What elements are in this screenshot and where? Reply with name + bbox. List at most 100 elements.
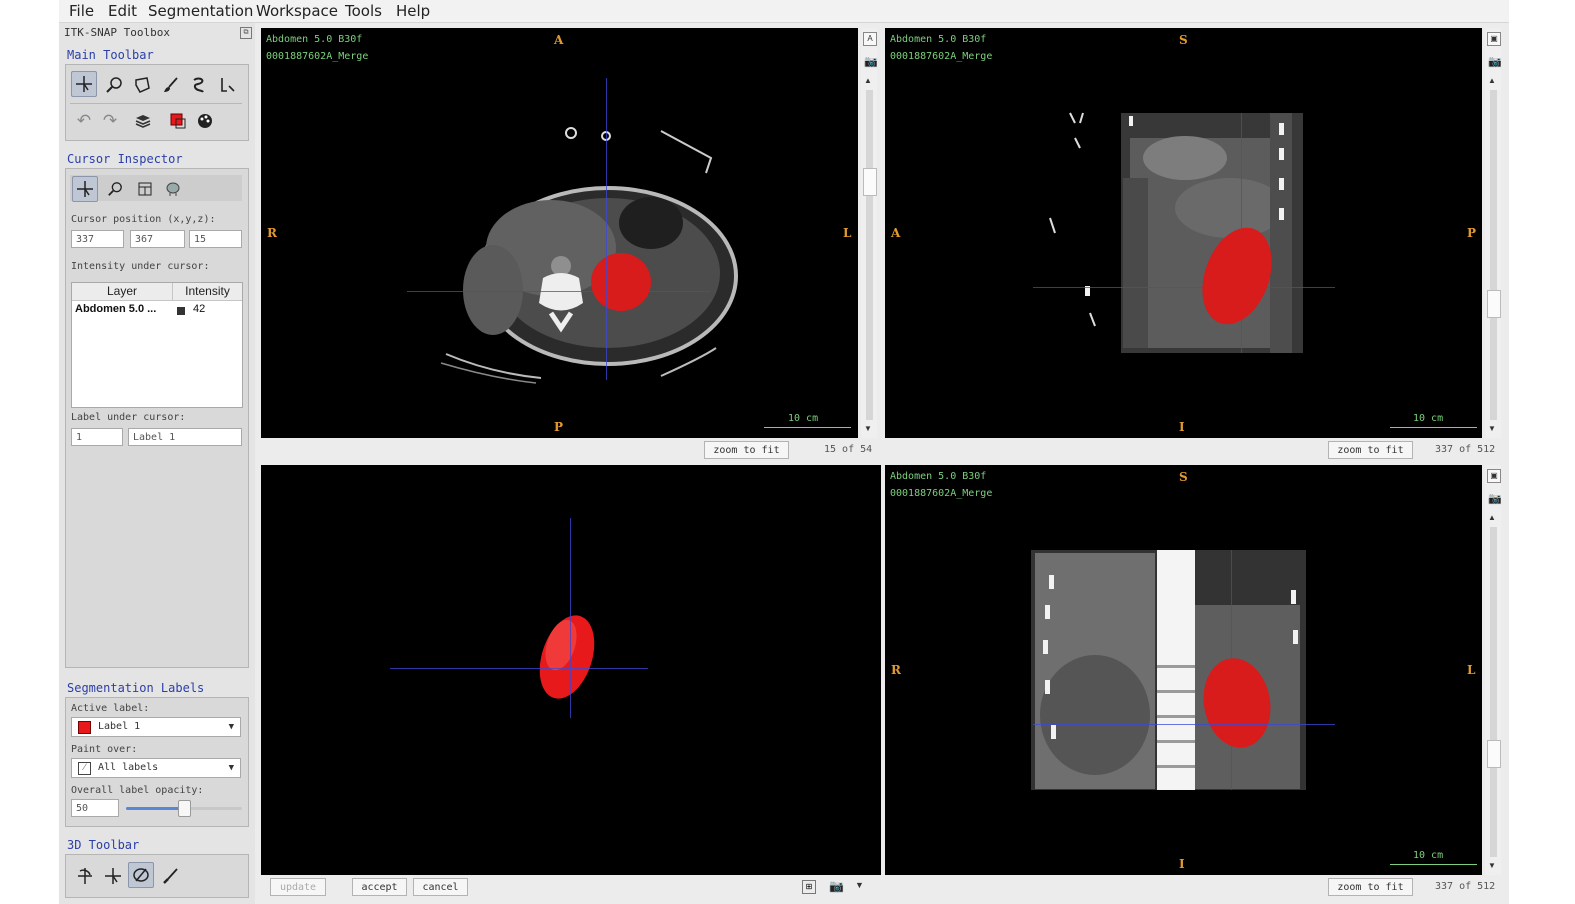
menu-file[interactable]: File bbox=[69, 2, 94, 20]
paintbrush-icon bbox=[164, 77, 178, 92]
redo-button[interactable]: ↷ bbox=[97, 108, 123, 134]
camera-icon[interactable]: 📷 bbox=[864, 55, 878, 68]
label-color-icon bbox=[170, 113, 186, 129]
undo-button[interactable]: ↶ bbox=[71, 108, 97, 134]
label-id-field[interactable]: 1 bbox=[71, 428, 123, 446]
crosshair-horizontal bbox=[1033, 287, 1335, 288]
inspector-cursor-button[interactable] bbox=[72, 176, 98, 202]
opacity-field[interactable]: 50 bbox=[71, 799, 119, 817]
camera-icon[interactable]: 📷 bbox=[1488, 492, 1502, 505]
camera-icon[interactable]: 📷 bbox=[1488, 55, 1502, 68]
sagittal-zoom-to-fit-button[interactable]: zoom to fit bbox=[1328, 441, 1413, 459]
menu-workspace[interactable]: Workspace bbox=[256, 2, 338, 20]
slice-scroll-thumb[interactable] bbox=[1487, 290, 1501, 318]
menu-segmentation[interactable]: Segmentation bbox=[148, 2, 253, 20]
scale-label: 10 cm bbox=[1413, 413, 1444, 424]
scroll-up-arrow[interactable]: ▲ bbox=[1488, 76, 1496, 85]
undo-icon: ↶ bbox=[76, 111, 92, 130]
kidney-3d-render bbox=[539, 615, 595, 699]
cursor-z-field[interactable]: 15 bbox=[189, 230, 242, 248]
orientation-top: S bbox=[1179, 470, 1188, 484]
accept-button[interactable]: accept bbox=[352, 878, 407, 896]
scroll-down-arrow[interactable]: ▼ bbox=[864, 424, 872, 433]
inspector-zoom-button[interactable] bbox=[102, 176, 128, 202]
camera-icon[interactable]: 📷 bbox=[829, 879, 844, 893]
crosshair-icon bbox=[76, 76, 92, 92]
scalpel-icon bbox=[133, 868, 149, 882]
rotate-icon bbox=[78, 868, 92, 884]
coronal-ct-image bbox=[1031, 550, 1306, 790]
inspector-grid-button[interactable] bbox=[132, 176, 158, 202]
scroll-up-arrow[interactable]: ▲ bbox=[864, 76, 872, 85]
scroll-down-arrow[interactable]: ▼ bbox=[1488, 861, 1496, 870]
menu-bar: File Edit Segmentation Workspace Tools H… bbox=[59, 0, 1509, 23]
menu-tools[interactable]: Tools bbox=[345, 2, 382, 20]
coronal-slice-counter: 337 of 512 bbox=[1435, 881, 1496, 892]
grid-icon bbox=[138, 182, 152, 196]
cursor-y-field[interactable]: 367 bbox=[130, 230, 185, 248]
chevron-down-icon: ▼ bbox=[228, 722, 234, 732]
active-label-value: Label 1 bbox=[98, 721, 141, 732]
label-name-field[interactable]: Label 1 bbox=[128, 428, 242, 446]
active-label-select[interactable]: Label 1 ▼ bbox=[71, 717, 241, 737]
spray-3d-button[interactable] bbox=[158, 863, 184, 889]
axial-ct-image bbox=[440, 127, 738, 384]
axial-zoom-to-fit-button[interactable]: zoom to fit bbox=[704, 441, 789, 459]
intensity-label: Intensity under cursor: bbox=[71, 261, 210, 272]
crosshair-tool-button[interactable] bbox=[71, 71, 97, 97]
all-labels-icon: ⁄ bbox=[78, 762, 91, 775]
rotate-3d-button[interactable] bbox=[72, 863, 98, 889]
paintbrush-tool-button[interactable] bbox=[158, 72, 184, 98]
toolbox-title: ITK-SNAP Toolbox bbox=[64, 26, 170, 39]
slice-scroll-track[interactable] bbox=[1490, 90, 1497, 420]
menu-help[interactable]: Help bbox=[396, 2, 430, 20]
maximize-view-button[interactable]: ▣ bbox=[1487, 32, 1501, 46]
chevron-down-icon[interactable]: ▼ bbox=[855, 880, 864, 890]
slice-scroll-track[interactable] bbox=[866, 90, 873, 420]
undock-icon[interactable]: ⧉ bbox=[240, 27, 252, 39]
opacity-slider-handle[interactable] bbox=[178, 800, 191, 817]
scroll-up-arrow[interactable]: ▲ bbox=[1488, 513, 1496, 522]
menu-edit[interactable]: Edit bbox=[108, 2, 137, 20]
palette-button[interactable] bbox=[192, 108, 218, 134]
polygon-tool-button[interactable] bbox=[129, 72, 155, 98]
layers-button[interactable] bbox=[130, 108, 156, 134]
scroll-down-arrow[interactable]: ▼ bbox=[1488, 424, 1496, 433]
brain-icon bbox=[166, 182, 180, 196]
scalpel-3d-button[interactable] bbox=[128, 862, 154, 888]
annotation-tool-button[interactable] bbox=[214, 72, 240, 98]
table-cell-intensity[interactable]: 42 bbox=[193, 303, 205, 315]
scale-label: 10 cm bbox=[1413, 850, 1444, 861]
zoom-icon bbox=[108, 182, 122, 196]
render-3d-view[interactable] bbox=[261, 465, 881, 875]
coronal-zoom-to-fit-button[interactable]: zoom to fit bbox=[1328, 878, 1413, 896]
slice-scroll-track[interactable] bbox=[1490, 527, 1497, 857]
maximize-view-button[interactable]: A bbox=[863, 32, 877, 46]
cancel-button[interactable]: cancel bbox=[413, 878, 468, 896]
label-color-button[interactable] bbox=[165, 108, 191, 134]
redo-icon: ↷ bbox=[102, 111, 118, 130]
toolbar-separator bbox=[70, 103, 242, 104]
slice-scroll-thumb[interactable] bbox=[1487, 740, 1501, 768]
cursor-x-field[interactable]: 337 bbox=[71, 230, 124, 248]
paint-over-select[interactable]: ⁄ All labels ▼ bbox=[71, 758, 241, 778]
table-cell-layer[interactable]: Abdomen 5.0 ... bbox=[75, 303, 156, 315]
orientation-left: R bbox=[891, 663, 901, 677]
zoom-tool-button[interactable] bbox=[101, 72, 127, 98]
maximize-view-button[interactable]: ▣ bbox=[1487, 469, 1501, 483]
cursor-position-label: Cursor position (x,y,z): bbox=[71, 214, 216, 225]
layout-icon[interactable]: ⊞ bbox=[802, 880, 816, 894]
crosshair-horizontal bbox=[407, 291, 710, 292]
axial-view[interactable]: Abdomen 5.0 B30f 0001887602A_Merge A P R… bbox=[261, 28, 858, 438]
crosshair-3d-button[interactable] bbox=[100, 863, 126, 889]
image-info-line1: Abdomen 5.0 B30f bbox=[266, 34, 363, 45]
inspector-brain-button[interactable] bbox=[160, 176, 186, 202]
orientation-bottom: I bbox=[1179, 420, 1185, 434]
update-button[interactable]: update bbox=[270, 878, 326, 896]
sagittal-view[interactable]: Abdomen 5.0 B30f 0001887602A_Merge S I A… bbox=[885, 28, 1482, 438]
orientation-left: A bbox=[891, 226, 901, 240]
layers-icon bbox=[135, 115, 151, 128]
snake-tool-button[interactable] bbox=[186, 72, 212, 98]
coronal-view[interactable]: Abdomen 5.0 B30f 0001887602A_Merge S I R… bbox=[885, 465, 1482, 875]
slice-scroll-thumb[interactable] bbox=[863, 168, 877, 196]
